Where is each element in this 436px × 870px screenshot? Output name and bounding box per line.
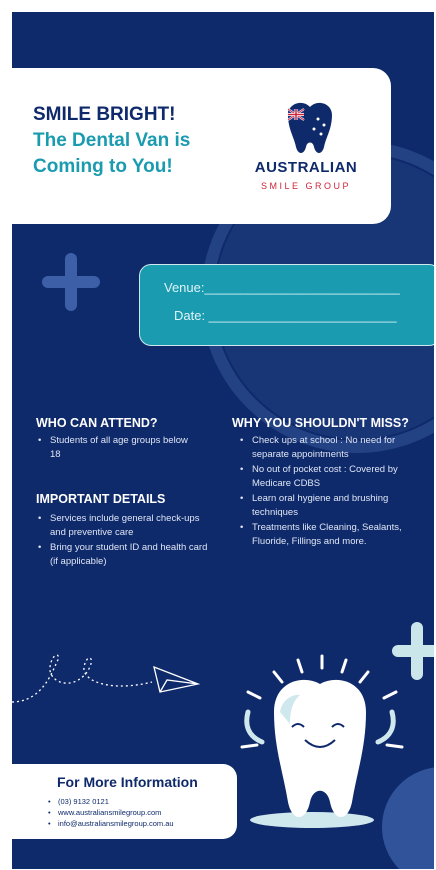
website-link[interactable]: www.australiansmilegroup.com [48,807,174,818]
list-item: Services include general check-ups and p… [32,512,210,540]
plus-icon [392,622,434,680]
contact-list: (03) 9132 0121 www.australiansmilegroup.… [48,796,174,829]
contact-card: For More Information (03) 9132 0121 www.… [12,764,237,839]
important-details-list: Services include general check-ups and p… [32,512,210,570]
date-field: Date: __________________________ [174,308,397,323]
paper-plane-icon [12,654,201,703]
list-item: No out of pocket cost : Covered by Medic… [234,463,404,491]
list-item: Check ups at school : No need for separa… [234,434,404,462]
important-details-title: IMPORTANT DETAILS [36,492,166,506]
flyer: SMILE BRIGHT! The Dental Van is Coming t… [12,12,434,869]
venue-field: Venue:___________________________ [164,280,400,295]
list-item: Bring your student ID and health card (i… [32,541,210,569]
email-link[interactable]: info@australiansmilegroup.com.au [48,818,174,829]
logo-tagline: SMILE GROUP [260,181,351,191]
australian-smile-group-logo: AUSTRALIAN SMILE GROUP [248,101,368,191]
header-card: SMILE BRIGHT! The Dental Van is Coming t… [12,68,391,224]
headline-line-1: SMILE BRIGHT! [33,104,176,125]
tooth-flag-logo-icon [287,102,332,153]
headline: SMILE BRIGHT! The Dental Van is Coming t… [33,102,190,180]
who-can-attend-title: WHO CAN ATTEND? [36,416,158,430]
list-item: Treatments like Cleaning, Sealants, Fluo… [234,521,404,549]
smiling-tooth-icon [240,654,404,828]
why-shouldnt-miss-list: Check ups at school : No need for separa… [234,434,404,550]
plus-icon [42,253,100,311]
headline-line-2: The Dental Van is [33,130,191,151]
contact-title: For More Information [57,774,198,790]
why-shouldnt-miss-title: WHY YOU SHOULDN'T MISS? [232,416,409,430]
list-item: Learn oral hygiene and brushing techniqu… [234,492,404,520]
venue-date-box: Venue:___________________________ Date: … [139,264,434,346]
phone-number[interactable]: (03) 9132 0121 [48,796,174,807]
corner-circle-decoration [382,767,434,869]
who-can-attend-list: Students of all age groups below 18 [32,434,192,463]
list-item: Students of all age groups below 18 [32,434,192,462]
headline-line-3: Coming to You! [33,156,173,177]
logo-name: AUSTRALIAN [254,159,358,176]
